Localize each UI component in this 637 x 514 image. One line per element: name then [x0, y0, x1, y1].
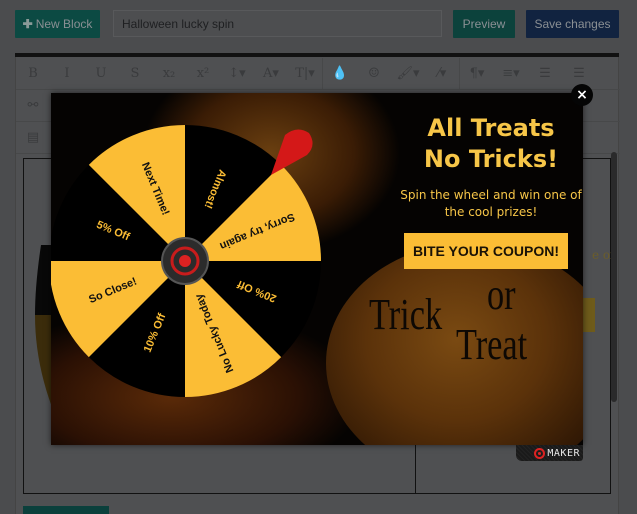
editor-top-border [15, 53, 619, 57]
spin-wheel-popup: Trick or Treat Almost! Sorry, try again 20… [51, 93, 583, 445]
wheel-logo-dot [179, 255, 191, 267]
prize-wheel[interactable]: Almost!Sorry, try again20% OffNo Lucky T… [51, 111, 335, 411]
strikethrough-icon[interactable]: S [118, 66, 152, 81]
preview-label: Preview [462, 17, 506, 31]
maker-badge[interactable]: MAKER [516, 445, 583, 461]
bite-coupon-button[interactable]: BITE YOUR COUPON! [404, 233, 568, 269]
headline-line1: All Treats [427, 114, 555, 142]
magic-icon[interactable]: ⁄▾ [425, 66, 459, 81]
pumpkin-text-or: or [487, 270, 516, 319]
ordered-list-icon[interactable]: ☰ [528, 66, 562, 81]
preview-button[interactable]: Preview [453, 10, 515, 38]
editor-scrollbar[interactable] [611, 152, 617, 402]
top-bar: ✚ New Block Preview Save changes [0, 0, 637, 54]
italic-icon[interactable]: I [50, 66, 84, 81]
link-icon[interactable]: ⚯ [16, 98, 50, 113]
headline-line2: No Tricks! [423, 145, 559, 173]
content-partial-button [583, 298, 595, 332]
layout-icon[interactable]: ▤ [16, 130, 50, 145]
wheel-pointer-icon [271, 129, 313, 175]
maker-logo-icon [534, 447, 546, 459]
pumpkin-text-treat: Treat [456, 320, 528, 369]
bottom-action-button[interactable] [23, 506, 109, 514]
block-title-input[interactable] [113, 10, 442, 37]
new-block-button[interactable]: ✚ New Block [15, 10, 100, 38]
plus-icon: ✚ [22, 17, 33, 31]
bold-icon[interactable]: B [16, 66, 50, 81]
font-size-icon[interactable]: T|▾ [288, 66, 322, 81]
new-block-label: New Block [35, 17, 93, 31]
save-label: Save changes [534, 17, 611, 31]
maker-badge-text: MAKER [547, 447, 580, 459]
underline-icon[interactable]: U [84, 66, 118, 81]
unordered-list-icon[interactable]: ☰ [562, 66, 596, 81]
pumpkin-text-trick: Trick [369, 290, 443, 339]
subscript-icon[interactable]: x₂ [152, 66, 186, 81]
line-height-icon[interactable]: ↕▾ [220, 66, 254, 81]
popup-subtext: Spin the wheel and win one of the cool p… [400, 188, 582, 219]
popup-headline: All Treats No Tricks! [391, 113, 583, 175]
emoticons-icon[interactable]: ☺ [357, 66, 391, 81]
align-icon[interactable]: ≡▾ [494, 66, 528, 81]
color-icon[interactable]: 💧 [323, 66, 357, 81]
pumpkin-image [326, 243, 583, 445]
superscript-icon[interactable]: x² [186, 66, 220, 81]
paragraph-icon[interactable]: ¶▾ [460, 66, 494, 81]
brush-icon[interactable]: 🖌▾ [391, 66, 425, 81]
save-changes-button[interactable]: Save changes [526, 10, 619, 38]
toolbar-row-formatting: B I U Sx₂ x² ↕▾ A▾ T|▾ 💧 ☺ 🖌▾ ⁄▾ ¶▾ ≡▾ ☰ ☰ [16, 57, 620, 90]
close-icon[interactable]: × [571, 84, 593, 106]
font-family-icon[interactable]: A▾ [254, 66, 288, 81]
